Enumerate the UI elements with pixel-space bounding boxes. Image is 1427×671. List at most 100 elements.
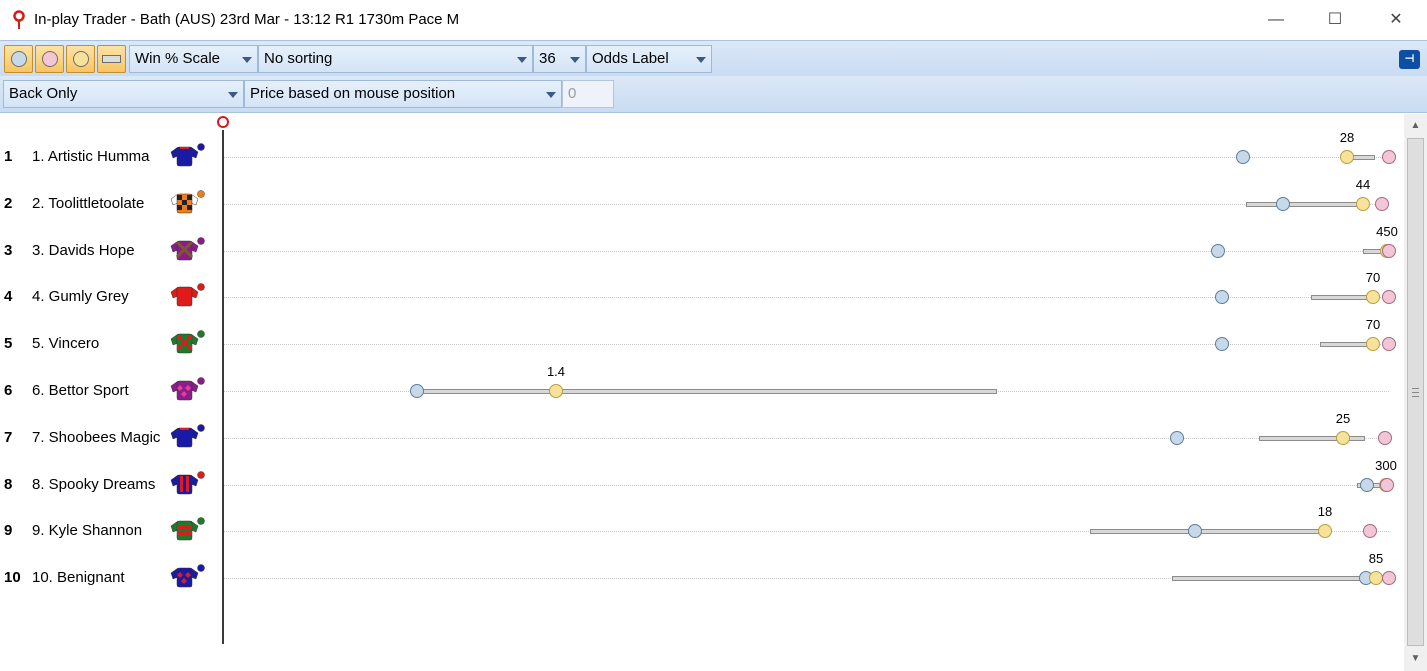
price-value-input[interactable]: 0 — [562, 80, 614, 108]
back-price-marker[interactable] — [1211, 243, 1225, 258]
current-price-marker[interactable] — [1366, 290, 1380, 305]
back-price-marker[interactable] — [1215, 337, 1229, 352]
scroll-up-icon[interactable]: ▲ — [1404, 116, 1427, 136]
price-mode-dropdown-value: Price based on mouse position — [250, 85, 456, 102]
odds-label: 18 — [1317, 504, 1333, 520]
runner-name: 1. Artistic Humma — [32, 148, 150, 165]
jockey-silks-icon — [168, 329, 208, 359]
runner-row[interactable]: 8 8. Spooky Dreams 300 — [0, 458, 1404, 522]
back-price-marker[interactable] — [1188, 524, 1202, 539]
size-dropdown-value: 36 — [539, 50, 556, 67]
chevron-down-icon — [696, 57, 706, 63]
runner-number: 2 — [4, 194, 13, 212]
jockey-silks-icon — [168, 282, 208, 312]
chevron-down-icon — [242, 57, 252, 63]
runner-track[interactable] — [224, 203, 1389, 205]
pin-window-button[interactable]: ⊣ — [1399, 50, 1420, 69]
label-dropdown[interactable]: Odds Label — [586, 45, 712, 73]
runner-row[interactable]: 7 7. Shoobees Magic 25 — [0, 411, 1404, 475]
blue-circle-icon — [10, 51, 27, 67]
odds-label: 28 — [1339, 130, 1355, 145]
scale-dropdown[interactable]: Win % Scale — [129, 45, 258, 73]
runner-row[interactable]: 5 5. Vincero 70 — [0, 317, 1404, 381]
current-price-marker[interactable] — [1356, 196, 1370, 211]
odds-label: 70 — [1365, 270, 1381, 286]
back-price-marker[interactable] — [1215, 290, 1229, 305]
lay-price-marker[interactable] — [1382, 337, 1396, 352]
runner-number: 6 — [4, 382, 13, 399]
winning-post-icon — [217, 116, 229, 128]
runner-track[interactable] — [224, 484, 1389, 486]
runner-row[interactable]: 1 1. Artistic Humma 28 — [0, 130, 1404, 194]
chevron-down-icon — [228, 92, 238, 98]
lay-price-marker[interactable] — [1382, 243, 1396, 258]
runner-name: 3. Davids Hope — [32, 241, 135, 259]
lay-price-marker[interactable] — [1375, 196, 1389, 211]
minimize-button[interactable]: — — [1253, 8, 1299, 32]
title-bar: In-play Trader - Bath (AUS) 23rd Mar - 1… — [0, 0, 1427, 40]
runner-row[interactable]: 10 10. Benignant 85 — [0, 551, 1404, 615]
back-price-marker[interactable] — [1360, 477, 1374, 492]
window-title: In-play Trader - Bath (AUS) 23rd Mar - 1… — [34, 11, 460, 28]
back-price-marker[interactable] — [1276, 196, 1290, 211]
current-price-marker[interactable] — [1336, 430, 1350, 445]
yellow-circle-icon — [72, 51, 89, 67]
toggle-back-markers-button[interactable] — [4, 45, 33, 73]
back-price-marker[interactable] — [1170, 430, 1184, 445]
toggle-lay-markers-button[interactable] — [35, 45, 64, 73]
map-pin-icon — [13, 10, 25, 29]
current-price-marker[interactable] — [1366, 337, 1380, 352]
price-range-bar — [1090, 529, 1325, 535]
odds-label: 25 — [1335, 410, 1351, 426]
vertical-scrollbar[interactable]: ▲ ▼ — [1404, 114, 1427, 671]
size-dropdown[interactable]: 36 — [533, 45, 586, 73]
odds-label: 85 — [1368, 551, 1384, 567]
runner-row[interactable]: 2 2. Toolittletoolate 44 — [0, 177, 1404, 241]
scroll-down-icon[interactable]: ▼ — [1404, 649, 1427, 669]
lay-price-marker[interactable] — [1363, 524, 1377, 539]
price-range-bar — [417, 389, 997, 394]
back-price-marker[interactable] — [410, 384, 424, 398]
lay-price-marker[interactable] — [1380, 477, 1394, 492]
sorting-dropdown[interactable]: No sorting — [258, 45, 533, 73]
toggle-range-bars-button[interactable] — [97, 45, 126, 73]
lay-price-marker[interactable] — [1382, 571, 1396, 586]
current-price-marker[interactable] — [549, 384, 563, 398]
lay-price-marker[interactable] — [1382, 290, 1396, 305]
secondary-toolbar: Back Only Price based on mouse position … — [0, 76, 1427, 113]
maximize-button[interactable]: ☐ — [1312, 8, 1358, 32]
runner-name: 5. Vincero — [32, 335, 100, 353]
jockey-silks-icon — [168, 236, 208, 266]
runner-number: 7 — [4, 428, 13, 446]
runner-row[interactable]: 3 3. Davids Hope 450 — [0, 224, 1404, 288]
lay-price-marker[interactable] — [1378, 430, 1392, 445]
jockey-silks-icon — [168, 142, 208, 172]
grip-icon — [1412, 388, 1419, 397]
current-price-marker[interactable] — [1340, 150, 1354, 164]
runner-name: 4. Gumly Grey — [32, 288, 129, 306]
runner-number: 4 — [4, 288, 13, 306]
runner-row[interactable]: 4 4. Gumly Grey 70 — [0, 270, 1404, 334]
runner-name: 9. Kyle Shannon — [32, 522, 143, 540]
scale-dropdown-value: Win % Scale — [135, 50, 221, 67]
price-mode-dropdown[interactable]: Price based on mouse position — [244, 80, 562, 108]
odds-label: 300 — [1375, 457, 1397, 473]
bet-side-dropdown[interactable]: Back Only — [3, 80, 244, 108]
odds-label: 44 — [1355, 176, 1371, 192]
toggle-price-markers-button[interactable] — [66, 45, 95, 73]
back-price-marker[interactable] — [1236, 150, 1250, 164]
runner-name: 6. Bettor Sport — [32, 382, 129, 399]
runner-number: 9 — [4, 522, 13, 540]
runner-track[interactable] — [224, 157, 1389, 158]
close-button[interactable]: ✕ — [1373, 8, 1419, 32]
runner-track[interactable] — [224, 437, 1389, 439]
runner-name: 2. Toolittletoolate — [32, 194, 145, 212]
runner-row[interactable]: 6 6. Bettor Sport 1.4 — [0, 364, 1404, 428]
current-price-marker[interactable] — [1318, 524, 1332, 539]
runner-row[interactable]: 9 9. Kyle Shannon 18 — [0, 504, 1404, 568]
jockey-silks-icon — [168, 470, 208, 500]
current-price-marker[interactable] — [1369, 571, 1383, 586]
runner-number: 8 — [4, 475, 13, 493]
lay-price-marker[interactable] — [1382, 150, 1396, 164]
chevron-down-icon — [570, 57, 580, 63]
